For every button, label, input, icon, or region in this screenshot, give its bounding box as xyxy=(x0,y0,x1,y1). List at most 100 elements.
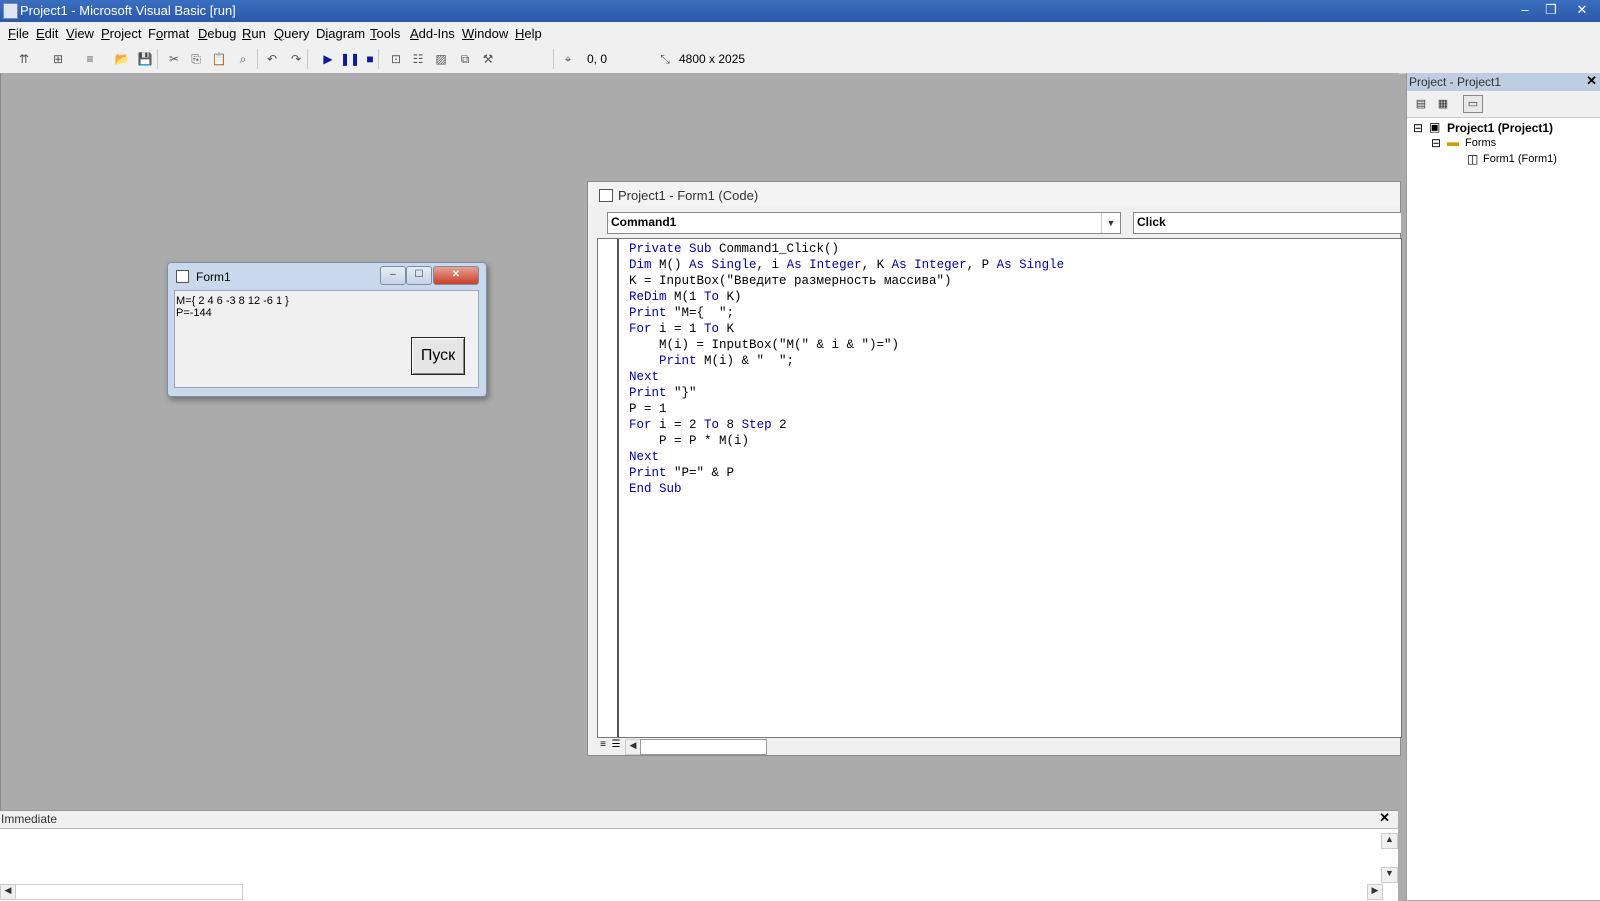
properties-icon[interactable]: ☷ xyxy=(410,51,426,67)
view-code-icon[interactable]: ▤ xyxy=(1411,95,1431,113)
form-output-line: P=-144 xyxy=(176,307,212,319)
object-combo[interactable]: Command1 ▼ xyxy=(607,212,1121,234)
code-line: Dim M() As Single, i As Integer, K As In… xyxy=(629,258,1065,272)
menu-project[interactable]: Project xyxy=(101,26,141,41)
minimize-button[interactable]: ‒ xyxy=(1512,0,1538,20)
project-explorer: Project - Project1 ✕ ▤ ▦ ▭ ⊟ ▣ Project1 … xyxy=(1406,73,1600,900)
menu-run[interactable]: Run xyxy=(242,26,266,41)
scroll-thumb[interactable] xyxy=(15,884,243,900)
toggle-folders-icon[interactable]: ▭ xyxy=(1463,95,1483,113)
full-module-view-icon[interactable]: ☰ xyxy=(610,739,622,753)
object-browser-icon[interactable]: ⧉ xyxy=(457,51,473,67)
pusk-button[interactable]: Пуск xyxy=(411,337,465,375)
add-project-icon[interactable]: ⇈ xyxy=(16,51,32,67)
project-icon: ▣ xyxy=(1429,120,1441,134)
toolbox-icon[interactable]: ⚒ xyxy=(480,51,496,67)
position-icon: ⌖ xyxy=(564,52,572,66)
code-window[interactable]: Project1 - Form1 (Code) Command1 ▼ Click… xyxy=(587,181,1402,756)
tree-form1-item[interactable]: Form1 (Form1) xyxy=(1483,153,1557,165)
toolbar-separator xyxy=(257,49,258,69)
code-line: K = InputBox("Введите размерность массив… xyxy=(629,274,952,288)
menu-format[interactable]: Format xyxy=(148,26,189,41)
form1-maximize-button[interactable]: ☐ xyxy=(406,266,432,285)
procedure-combo[interactable]: Click xyxy=(1133,212,1401,234)
code-line: ReDim M(1 To K) xyxy=(629,290,742,304)
toolbar-separator xyxy=(157,49,158,69)
view-object-icon[interactable]: ▦ xyxy=(1433,95,1453,113)
immediate-window[interactable]: Immediate ✕ ▲ ▼ ◀ ▶ xyxy=(0,810,1398,901)
project-explorer-title-bar: Project - Project1 ✕ xyxy=(1407,73,1600,91)
form1-title-bar[interactable]: Form1 ‒ ☐ ✕ xyxy=(168,263,486,289)
tree-collapse-project-icon[interactable]: ⊟ xyxy=(1413,121,1423,135)
close-button[interactable]: ✕ xyxy=(1564,0,1600,20)
code-line: P = P * M(i) xyxy=(629,434,750,448)
tree-project-node[interactable]: Project1 (Project1) xyxy=(1447,121,1553,135)
code-line: Print M(i) & " "; xyxy=(629,354,795,368)
tree-forms-folder[interactable]: Forms xyxy=(1465,137,1496,149)
code-horizontal-scrollbar[interactable]: ≡ ☰ ◀ xyxy=(597,738,1400,755)
scroll-thumb[interactable] xyxy=(640,739,767,755)
scroll-left-arrow-icon[interactable]: ◀ xyxy=(625,739,641,755)
code-line: Print "}" xyxy=(629,386,697,400)
toolbar-separator xyxy=(553,49,554,69)
save-icon[interactable]: 💾 xyxy=(137,51,153,67)
find-icon[interactable]: ⌕ xyxy=(235,51,251,67)
menu-tools[interactable]: Tools xyxy=(370,26,400,41)
paste-icon[interactable]: 📋 xyxy=(211,51,227,67)
code-line: P = 1 xyxy=(629,402,667,416)
chevron-down-icon[interactable]: ▼ xyxy=(1101,213,1120,233)
menu-query[interactable]: Query xyxy=(274,26,309,41)
form-layout-icon[interactable]: ▨ xyxy=(433,51,449,67)
immediate-close-icon[interactable]: ✕ xyxy=(1379,810,1390,826)
project-explorer-icon[interactable]: ⊡ xyxy=(388,51,404,67)
break-icon[interactable]: ❚❚ xyxy=(340,51,360,67)
menu-addins[interactable]: Add-Ins xyxy=(410,26,455,41)
project-explorer-close-icon[interactable]: ✕ xyxy=(1586,73,1597,89)
open-icon[interactable]: 📂 xyxy=(114,51,130,67)
scroll-left-arrow-icon[interactable]: ◀ xyxy=(0,884,16,900)
form1-close-button[interactable]: ✕ xyxy=(433,266,479,285)
code-window-title: Project1 - Form1 (Code) xyxy=(618,188,759,203)
end-icon[interactable]: ■ xyxy=(362,51,378,67)
form1-minimize-button[interactable]: ‒ xyxy=(380,266,406,285)
code-window-title-bar[interactable]: Project1 - Form1 (Code) xyxy=(588,182,1400,206)
tree-collapse-forms-icon[interactable]: ⊟ xyxy=(1431,136,1441,150)
menu-view[interactable]: View xyxy=(66,26,94,41)
scroll-down-arrow-icon[interactable]: ▼ xyxy=(1381,867,1398,883)
code-icon xyxy=(599,189,613,202)
undo-icon[interactable]: ↶ xyxy=(264,51,280,67)
code-line: Private Sub Command1_Click() xyxy=(629,242,840,256)
vb-app-icon[interactable] xyxy=(3,3,18,19)
redo-icon[interactable]: ↷ xyxy=(288,51,304,67)
menu-help[interactable]: Help xyxy=(515,26,542,41)
menu-window[interactable]: Window xyxy=(462,26,508,41)
toolbar-separator xyxy=(307,49,308,69)
start-icon[interactable]: ▶ xyxy=(320,51,336,67)
toolbar-separator xyxy=(378,49,379,69)
form-node-icon: ◫ xyxy=(1467,152,1479,166)
form1-title: Form1 xyxy=(196,270,231,284)
margin-indicator-bar xyxy=(598,239,619,737)
object-combo-value: Command1 xyxy=(611,215,677,229)
cut-icon[interactable]: ✂ xyxy=(166,51,182,67)
menu-bar: File Edit View Project Format Debug Run Query Di… xyxy=(0,22,1600,45)
form1-window[interactable]: Form1 ‒ ☐ ✕ M={ 2 4 6 -3 8 12 -6 1 } P=-… xyxy=(167,262,487,397)
form-icon xyxy=(176,270,189,283)
procedure-view-icon[interactable]: ≡ xyxy=(597,739,609,753)
procedure-combo-value: Click xyxy=(1137,215,1166,229)
add-form-icon[interactable]: ⊞ xyxy=(50,51,66,67)
restore-button[interactable]: ❐ xyxy=(1538,0,1564,20)
folder-icon: ▬ xyxy=(1447,135,1459,149)
code-editor[interactable]: Private Sub Command1_Click() Dim M() As S… xyxy=(597,238,1402,738)
menu-file[interactable]: File xyxy=(8,26,29,41)
project-explorer-toolbar: ▤ ▦ ▭ xyxy=(1407,91,1600,118)
menu-edit[interactable]: Edit xyxy=(36,26,58,41)
menu-debug[interactable]: Debug xyxy=(198,26,236,41)
menu-diagram[interactable]: Diagram xyxy=(316,26,365,41)
scroll-up-arrow-icon[interactable]: ▲ xyxy=(1381,833,1398,849)
standard-toolbar: 0, 0 4800 x 2025 ⇈ ⊞ ≡ 📂 💾 ✂ ⎘ 📋 ⌕ ↶ ↷ ▶ ❚❚ ■ ⊡ ☷ ▨ ⧉ ⚒ ⌖ ⤡ xyxy=(0,45,1600,74)
scroll-right-arrow-icon[interactable]: ▶ xyxy=(1367,884,1383,900)
project-explorer-title: Project - Project1 xyxy=(1409,75,1502,89)
copy-icon[interactable]: ⎘ xyxy=(188,51,204,67)
menu-editor-icon[interactable]: ≡ xyxy=(82,51,98,67)
